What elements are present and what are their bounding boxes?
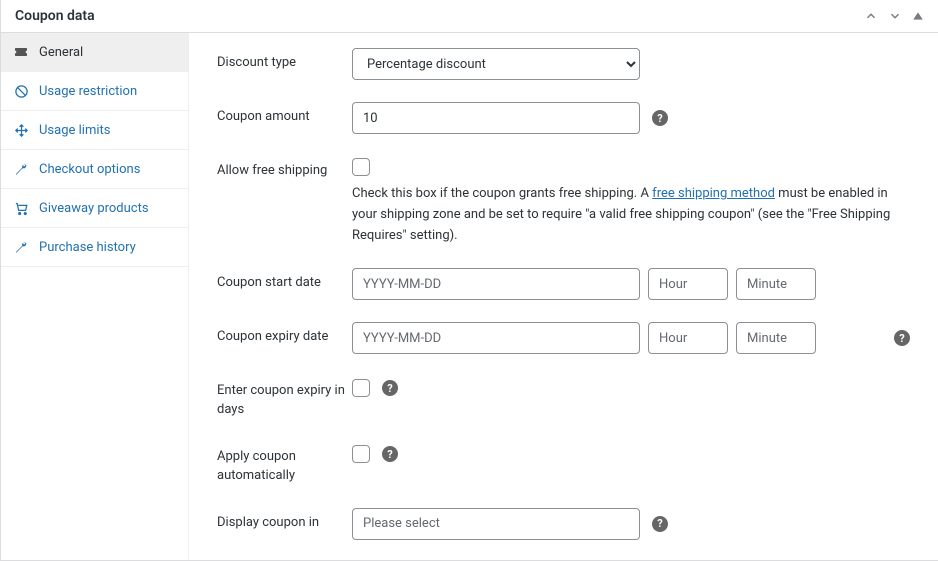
tab-general[interactable]: General xyxy=(1,33,188,72)
auto-apply-checkbox[interactable] xyxy=(352,445,370,463)
tab-usage-restriction[interactable]: Usage restriction xyxy=(1,72,188,111)
help-icon[interactable] xyxy=(382,446,398,462)
sidebar-item-label: Giveaway products xyxy=(39,201,149,216)
coupon-data-panel: Coupon data General xyxy=(0,0,938,561)
label-auto-apply: Apply coupon automatically xyxy=(217,442,352,486)
label-free-shipping: Allow free shipping xyxy=(217,156,352,181)
wrench-icon xyxy=(13,161,29,177)
sidebar-item-label: Usage restriction xyxy=(39,84,137,99)
discount-type-select[interactable]: Percentage discount xyxy=(352,48,640,80)
expiry-days-checkbox[interactable] xyxy=(352,379,370,397)
panel-header-controls xyxy=(864,9,924,23)
row-start-date: Coupon start date xyxy=(217,268,910,300)
help-icon[interactable] xyxy=(382,380,398,396)
start-minute-input[interactable] xyxy=(736,268,816,300)
sidebar-item-label: Checkout options xyxy=(39,162,140,177)
sidebar: General Usage restriction Usage limits C… xyxy=(1,33,189,560)
content: Discount type Percentage discount Coupon… xyxy=(189,33,938,560)
panel-header: Coupon data xyxy=(1,0,938,33)
sidebar-item-label: Usage limits xyxy=(39,123,110,138)
label-expiry-date: Coupon expiry date xyxy=(217,322,352,347)
label-expiry-days: Enter coupon expiry in days xyxy=(217,376,352,420)
ban-icon xyxy=(13,83,29,99)
coupon-amount-input[interactable] xyxy=(352,102,640,134)
panel-body: General Usage restriction Usage limits C… xyxy=(1,33,938,560)
help-icon[interactable] xyxy=(652,516,668,532)
triangle-up-icon[interactable] xyxy=(912,9,924,23)
label-start-date: Coupon start date xyxy=(217,268,352,293)
label-coupon-amount: Coupon amount xyxy=(217,102,352,127)
chevron-down-icon[interactable] xyxy=(888,9,902,23)
expiry-minute-input[interactable] xyxy=(736,322,816,354)
row-coupon-amount: Coupon amount xyxy=(217,102,910,134)
cart-icon xyxy=(13,200,29,216)
row-discount-type: Discount type Percentage discount xyxy=(217,48,910,80)
label-display-coupon: Display coupon in xyxy=(217,508,352,533)
expiry-hour-input[interactable] xyxy=(648,322,728,354)
help-icon[interactable] xyxy=(894,330,910,346)
label-discount-type: Discount type xyxy=(217,48,352,73)
row-auto-apply: Apply coupon automatically xyxy=(217,442,910,486)
free-shipping-checkbox[interactable] xyxy=(352,158,370,176)
tab-checkout-options[interactable]: Checkout options xyxy=(1,150,188,189)
start-date-input[interactable] xyxy=(352,268,640,300)
row-expiry-date: Coupon expiry date xyxy=(217,322,910,354)
arrows-icon xyxy=(13,122,29,138)
expiry-date-input[interactable] xyxy=(352,322,640,354)
tab-giveaway-products[interactable]: Giveaway products xyxy=(1,189,188,228)
free-shipping-text: Check this box if the coupon grants free… xyxy=(352,184,910,246)
tab-purchase-history[interactable]: Purchase history xyxy=(1,228,188,267)
chevron-up-icon[interactable] xyxy=(864,9,878,23)
start-hour-input[interactable] xyxy=(648,268,728,300)
ticket-icon xyxy=(13,44,29,60)
sidebar-item-label: Purchase history xyxy=(39,240,136,255)
panel-title: Coupon data xyxy=(15,8,95,24)
sidebar-item-label: General xyxy=(39,45,83,60)
wrench-icon xyxy=(13,239,29,255)
tab-usage-limits[interactable]: Usage limits xyxy=(1,111,188,150)
row-free-shipping: Allow free shipping Check this box if th… xyxy=(217,156,910,246)
row-display-coupon: Display coupon in xyxy=(217,508,910,540)
free-shipping-link[interactable]: free shipping method xyxy=(652,186,775,201)
help-icon[interactable] xyxy=(652,110,668,126)
row-expiry-days: Enter coupon expiry in days xyxy=(217,376,910,420)
display-coupon-input[interactable] xyxy=(352,508,640,540)
